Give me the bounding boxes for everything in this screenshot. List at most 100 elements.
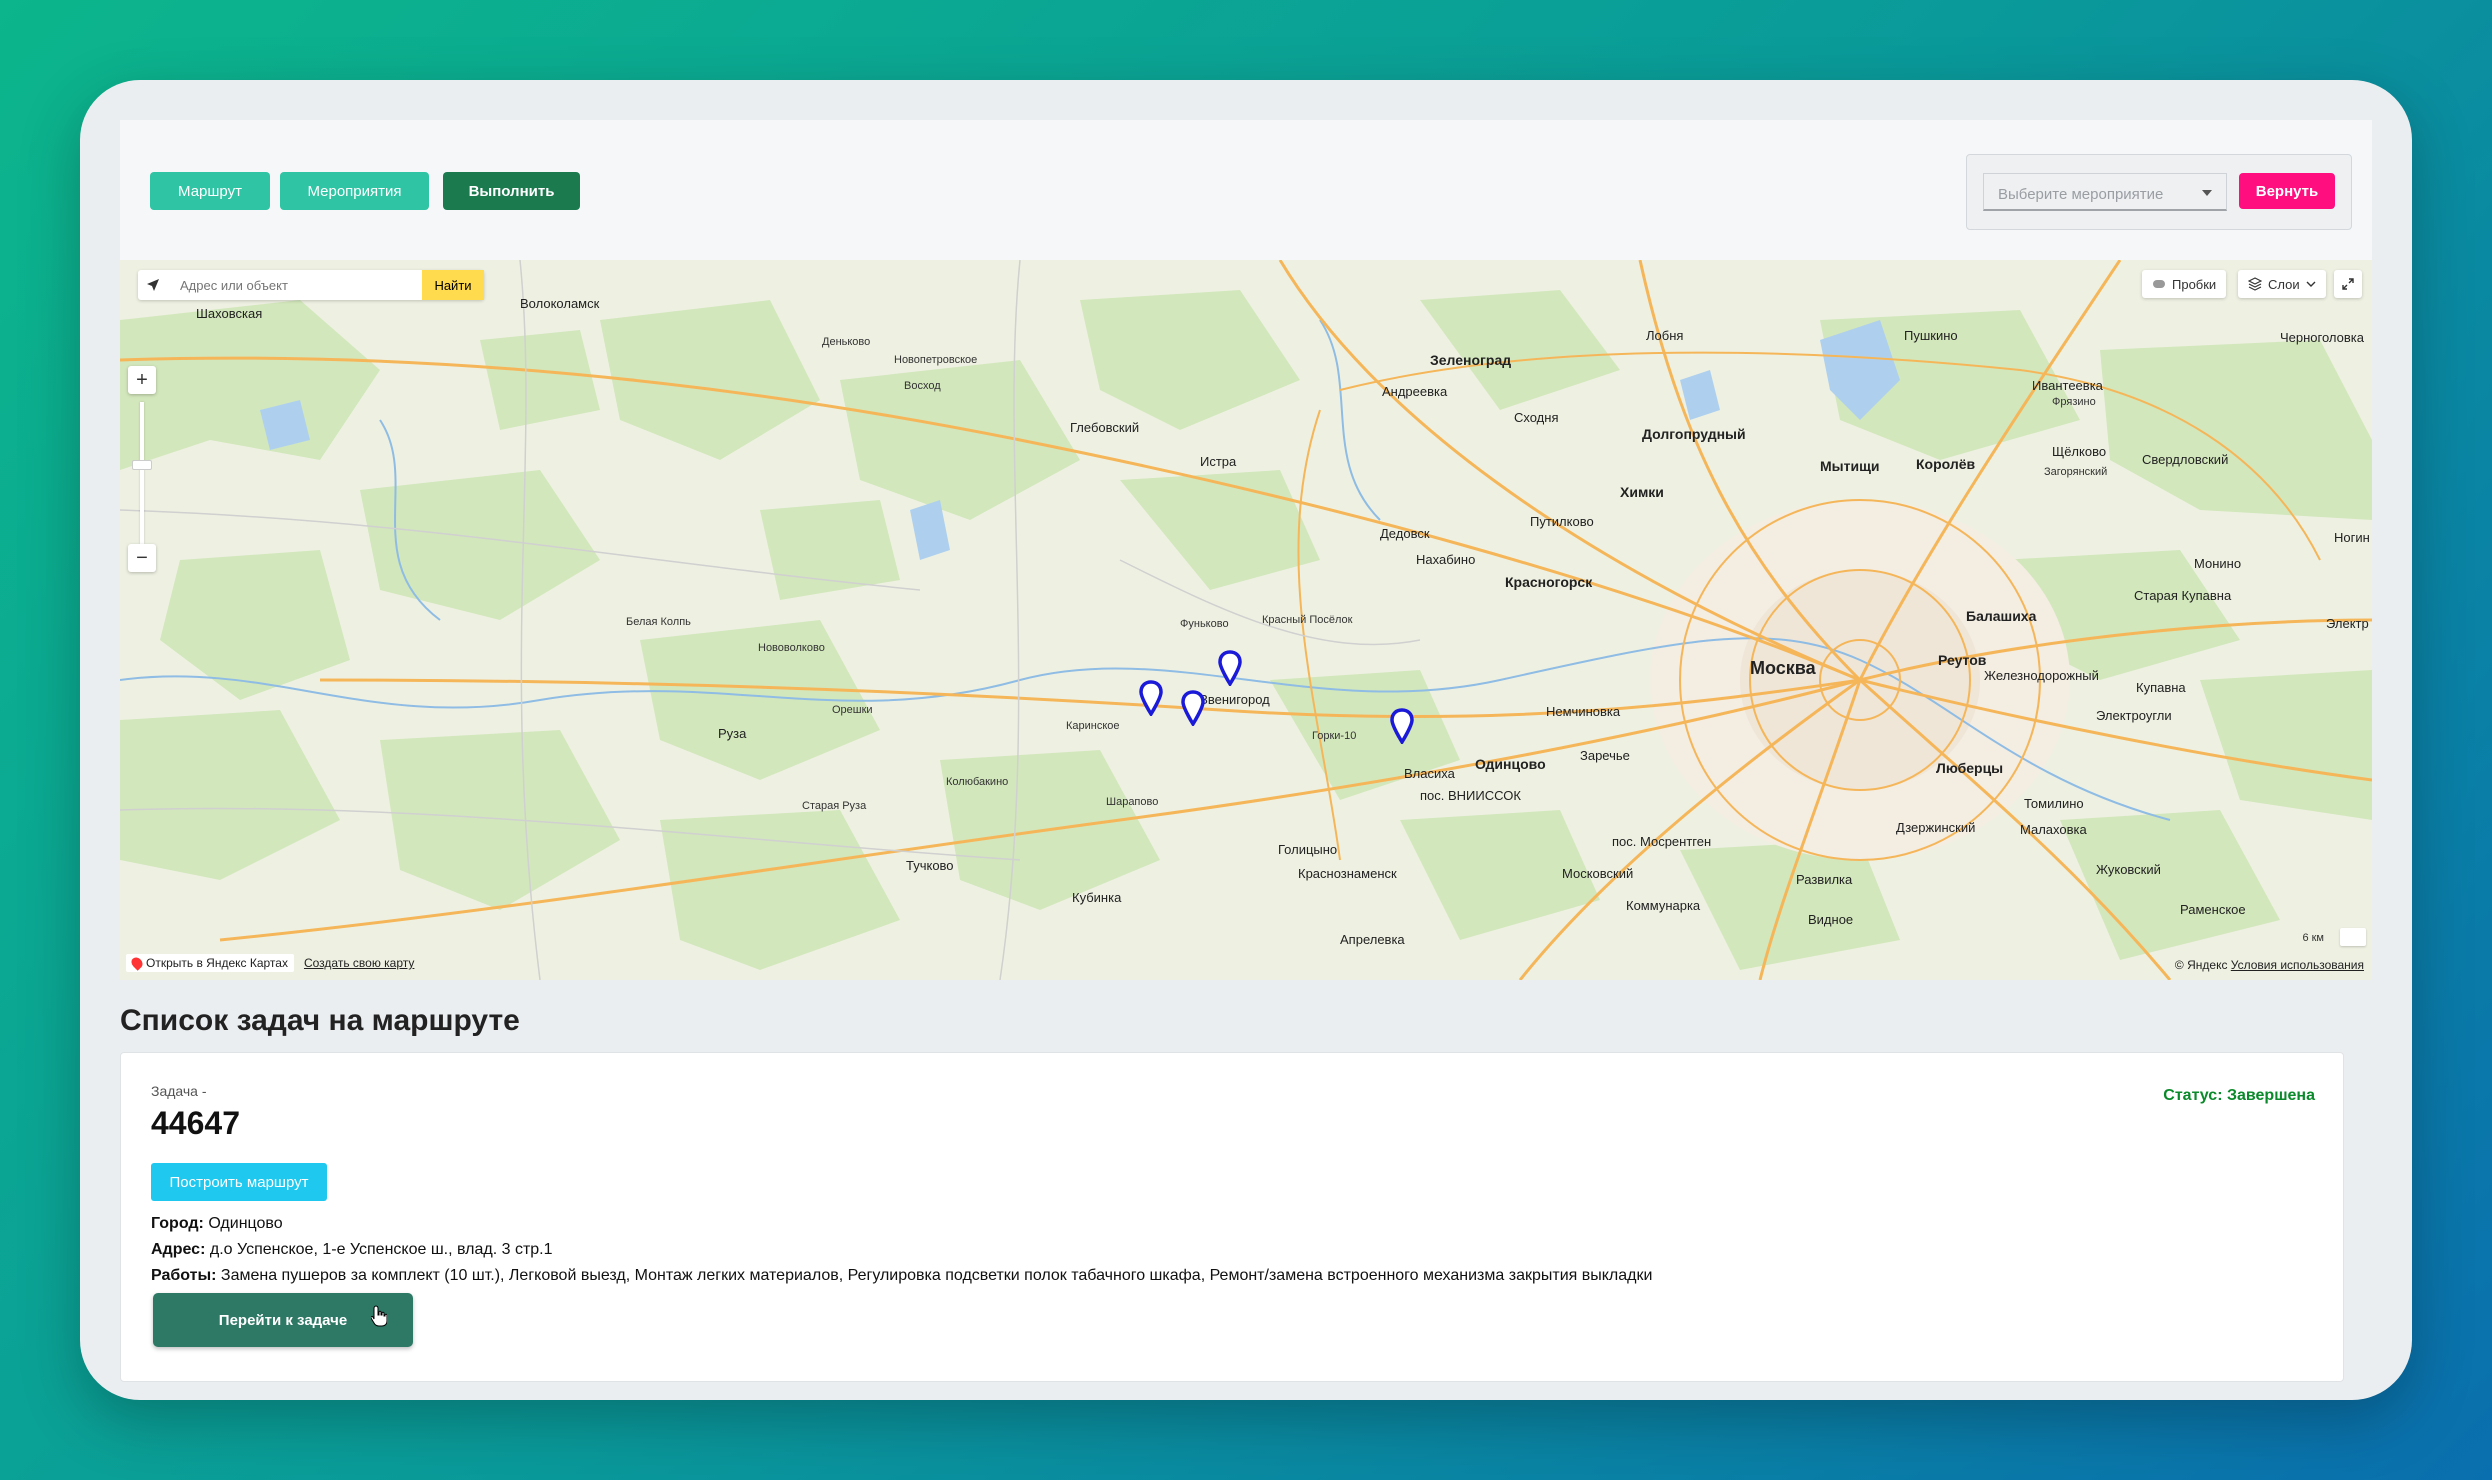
task-marker-icon[interactable] <box>1390 708 1414 744</box>
map-label: Королёв <box>1916 456 1976 472</box>
map-label: Руза <box>718 726 747 741</box>
map-label: Дедовск <box>1380 526 1430 541</box>
map-label: Новопетровское <box>894 354 978 366</box>
task-city-label: Город: <box>151 1215 204 1232</box>
map-label: пос. ВНИИССОК <box>1420 788 1521 803</box>
task-marker-icon[interactable] <box>1181 690 1205 726</box>
map-label: Шарапово <box>1106 796 1159 808</box>
map-label: Заречье <box>1580 748 1630 763</box>
map-label: Глебовский <box>1070 420 1140 435</box>
task-city-value: Одинцово <box>208 1215 283 1232</box>
status-badge: Статус: Завершена <box>2163 1087 2315 1104</box>
zoom-slider-thumb[interactable] <box>132 460 152 470</box>
map-terms-link[interactable]: Условия использования <box>2231 958 2364 972</box>
map-label: Электроугли <box>2096 708 2172 723</box>
app-window: Маршрут Мероприятия Выполнить Выберите м… <box>80 80 2412 1400</box>
task-label: Задача - <box>151 1083 207 1099</box>
open-in-yandex-link[interactable]: Открыть в Яндекс Картах <box>126 954 294 972</box>
map-label: Звенигород <box>1200 692 1270 707</box>
map-label: Орешки <box>832 704 873 716</box>
map-label: Голицыно <box>1278 842 1338 857</box>
map-label: Восход <box>904 380 941 392</box>
run-button[interactable]: Выполнить <box>443 172 580 210</box>
map-label: Фуньково <box>1180 618 1229 630</box>
traffic-label: Пробки <box>2172 276 2217 292</box>
return-button[interactable]: Вернуть <box>2239 173 2335 209</box>
map-label: Нахабино <box>1416 552 1476 567</box>
map-label: Купавна <box>2136 680 2186 695</box>
map-label: Немчиновка <box>1546 704 1621 719</box>
map-label: Путилково <box>1530 514 1594 529</box>
map-label: Реутов <box>1938 652 1987 668</box>
map-label: Раменское <box>2180 902 2246 917</box>
tasks-section-title: Список задач на маршруте <box>120 1004 520 1037</box>
layers-button[interactable]: Слои <box>2238 270 2326 298</box>
map-label: Одинцово <box>1475 756 1546 772</box>
route-button[interactable]: Маршрут <box>150 172 270 210</box>
geolocation-icon[interactable] <box>138 270 168 300</box>
task-marker-icon[interactable] <box>1139 680 1163 716</box>
map-label: Жуковский <box>2096 862 2161 877</box>
map-label: Белая Колпь <box>626 616 691 628</box>
map-label: Химки <box>1620 484 1664 500</box>
map-label: Деньково <box>822 336 871 348</box>
task-works: Работы: Замена пушеров за комплект (10 ш… <box>151 1267 1652 1285</box>
map-search-bar: Найти <box>138 270 484 300</box>
events-button[interactable]: Мероприятия <box>280 172 429 210</box>
zoom-out-button[interactable]: − <box>128 544 156 572</box>
map-label: Андреевка <box>1382 384 1448 399</box>
map-label: Железнодорожный <box>1984 668 2099 683</box>
map-label: Загорянский <box>2044 466 2108 478</box>
event-select-placeholder: Выберите мероприятие <box>1998 186 2164 203</box>
map-label: Щёлково <box>2052 444 2107 459</box>
map-label: пос. Мосрентген <box>1612 834 1712 849</box>
task-card: Задача - 44647 Статус: Завершена Построи… <box>120 1052 2344 1382</box>
map-label: Свердловский <box>2142 452 2229 467</box>
map-label: Старая Купавна <box>2134 588 2232 603</box>
zoom-in-button[interactable]: + <box>128 366 156 394</box>
map-label: Кубинка <box>1072 890 1122 905</box>
create-map-link[interactable]: Создать свою карту <box>304 956 414 970</box>
fullscreen-button[interactable] <box>2334 270 2362 298</box>
traffic-button[interactable]: Пробки <box>2142 270 2227 298</box>
map-view[interactable]: Волоколамск Шаховская Москва Зеленоград … <box>120 260 2372 980</box>
map-label: Тучково <box>906 858 954 873</box>
map-label: Монино <box>2194 556 2242 571</box>
toolbar: Маршрут Мероприятия Выполнить Выберите м… <box>120 120 2372 260</box>
task-address-label: Адрес: <box>151 1241 206 1258</box>
event-select[interactable]: Выберите мероприятие <box>1983 173 2227 211</box>
map-label: Сходня <box>1514 410 1559 425</box>
map-label: Электр <box>2326 616 2369 631</box>
layers-icon <box>2248 277 2262 291</box>
map-label: Мытищи <box>1820 458 1880 474</box>
task-city: Город: Одинцово <box>151 1215 283 1233</box>
map-label: Каринское <box>1066 720 1120 732</box>
map-search-input[interactable] <box>168 270 422 300</box>
map-label: Малаховка <box>2020 822 2087 837</box>
map-copyright: © Яндекс <box>2174 958 2228 972</box>
map-find-button[interactable]: Найти <box>422 270 484 300</box>
fullscreen-icon <box>2342 278 2354 290</box>
task-address: Адрес: д.о Успенское, 1-е Успенское ш., … <box>151 1241 553 1259</box>
layers-label: Слои <box>2268 276 2300 292</box>
map-footer-left: Открыть в Яндекс Картах Создать свою кар… <box>126 954 414 972</box>
map-label: Балашиха <box>1966 608 2037 624</box>
map-label: Ногин <box>2334 530 2370 545</box>
task-id: 44647 <box>151 1105 240 1141</box>
map-label: Красногорск <box>1505 574 1593 590</box>
map-label: Апрелевка <box>1340 932 1405 947</box>
task-marker-icon[interactable] <box>1218 650 1242 686</box>
map-label: Пушкино <box>1904 328 1958 343</box>
chevron-down-icon <box>2202 190 2212 196</box>
zoom-slider-track[interactable] <box>140 402 144 544</box>
open-in-yandex-label: Открыть в Яндекс Картах <box>146 956 288 970</box>
map-scale: 6 км <box>2302 932 2324 944</box>
plus-icon: + <box>136 368 148 391</box>
map-label: Фрязино <box>2052 396 2096 408</box>
task-works-value: Замена пушеров за комплект (10 шт.), Лег… <box>220 1267 1653 1284</box>
map-label: Красный Посёлок <box>1262 614 1353 626</box>
build-route-button[interactable]: Построить маршрут <box>151 1163 327 1201</box>
map-label: Истра <box>1200 454 1237 469</box>
map-label: Власиха <box>1404 766 1455 781</box>
ruler-icon[interactable] <box>2340 928 2366 946</box>
